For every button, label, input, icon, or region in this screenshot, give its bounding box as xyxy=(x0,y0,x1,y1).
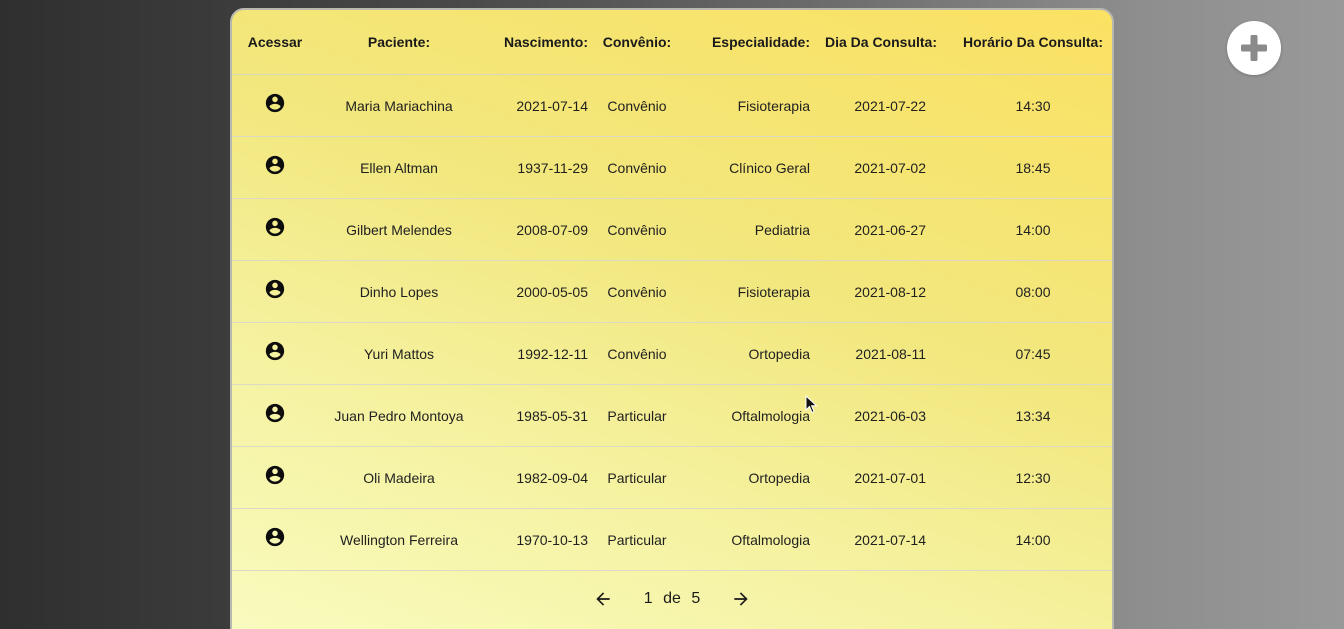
account-circle-icon[interactable] xyxy=(264,154,286,176)
current-page: 1 xyxy=(643,590,653,607)
patient-name: Wellington Ferreira xyxy=(318,508,480,571)
specialty: Clínico Geral xyxy=(684,136,812,199)
access-cell xyxy=(232,322,318,385)
table-row: Maria Mariachina 2021-07-14 Convênio Fisiot… xyxy=(232,74,1112,137)
pagination: 1 de 5 xyxy=(232,585,1112,613)
table-header-row: Acessar Paciente: Nascimento: Convênio: … xyxy=(232,10,1112,75)
appointments-card: Acessar Paciente: Nascimento: Convênio: … xyxy=(230,8,1114,629)
birth-date: 1937-11-29 xyxy=(480,136,590,199)
birth-date: 1985-05-31 xyxy=(480,384,590,447)
specialty: Oftalmologia xyxy=(684,384,812,447)
appointment-date: 2021-06-03 xyxy=(812,384,950,447)
table-row: Yuri Mattos 1992-12-11 Convênio Ortopedia 20… xyxy=(232,322,1112,385)
specialty: Ortopedia xyxy=(684,446,812,509)
appointment-time: 12:30 xyxy=(950,446,1112,509)
table-row: Gilbert Melendes 2008-07-09 Convênio Pediat… xyxy=(232,198,1112,261)
table-row: Wellington Ferreira 1970-10-13 Particular O… xyxy=(232,508,1112,571)
appointment-date: 2021-06-27 xyxy=(812,198,950,261)
appointment-time: 14:00 xyxy=(950,508,1112,571)
total-pages: 5 xyxy=(691,590,701,607)
access-cell xyxy=(232,260,318,323)
header-convenio: Convênio: xyxy=(590,10,684,75)
appointment-time: 14:00 xyxy=(950,198,1112,261)
specialty: Fisioterapia xyxy=(684,74,812,137)
insurance-type: Particular xyxy=(590,384,684,447)
appointments-table: Acessar Paciente: Nascimento: Convênio: … xyxy=(232,10,1112,571)
table-row: Dinho Lopes 2000-05-05 Convênio Fisioterapi… xyxy=(232,260,1112,323)
patient-name: Maria Mariachina xyxy=(318,74,480,137)
next-page-button[interactable] xyxy=(727,585,755,613)
account-circle-icon[interactable] xyxy=(264,278,286,300)
account-circle-icon[interactable] xyxy=(264,340,286,362)
appointment-date: 2021-08-12 xyxy=(812,260,950,323)
header-horario-consulta: Horário Da Consulta: xyxy=(950,10,1112,75)
insurance-type: Convênio xyxy=(590,260,684,323)
birth-date: 1992-12-11 xyxy=(480,322,590,385)
add-appointment-button[interactable] xyxy=(1227,21,1281,75)
specialty: Pediatria xyxy=(684,198,812,261)
access-cell xyxy=(232,198,318,261)
table-row: Juan Pedro Montoya 1985-05-31 Particular Of… xyxy=(232,384,1112,447)
account-circle-icon[interactable] xyxy=(264,92,286,114)
page-separator: de xyxy=(663,590,681,607)
access-cell xyxy=(232,74,318,137)
table-body: Maria Mariachina 2021-07-14 Convênio Fisiot… xyxy=(232,74,1112,571)
birth-date: 2021-07-14 xyxy=(480,74,590,137)
account-circle-icon[interactable] xyxy=(264,526,286,548)
appointment-time: 08:00 xyxy=(950,260,1112,323)
birth-date: 1982-09-04 xyxy=(480,446,590,509)
arrow-right-icon xyxy=(734,592,748,606)
insurance-type: Convênio xyxy=(590,198,684,261)
appointment-time: 14:30 xyxy=(950,74,1112,137)
appointment-date: 2021-07-02 xyxy=(812,136,950,199)
access-cell xyxy=(232,384,318,447)
specialty: Ortopedia xyxy=(684,322,812,385)
patient-name: Oli Madeira xyxy=(318,446,480,509)
birth-date: 1970-10-13 xyxy=(480,508,590,571)
patient-name: Dinho Lopes xyxy=(318,260,480,323)
header-acessar: Acessar xyxy=(232,10,318,75)
appointment-time: 07:45 xyxy=(950,322,1112,385)
table-row: Ellen Altman 1937-11-29 Convênio Clínico Ge… xyxy=(232,136,1112,199)
account-circle-icon[interactable] xyxy=(264,402,286,424)
mouse-cursor-icon xyxy=(805,395,818,414)
specialty: Fisioterapia xyxy=(684,260,812,323)
specialty: Oftalmologia xyxy=(684,508,812,571)
access-cell xyxy=(232,136,318,199)
birth-date: 2000-05-05 xyxy=(480,260,590,323)
plus-icon xyxy=(1241,35,1267,61)
header-paciente: Paciente: xyxy=(318,10,480,75)
page-indicator: 1 de 5 xyxy=(641,590,704,608)
arrow-left-icon xyxy=(596,592,610,606)
appointment-date: 2021-07-22 xyxy=(812,74,950,137)
header-dia-consulta: Dia Da Consulta: xyxy=(812,10,950,75)
access-cell xyxy=(232,446,318,509)
access-cell xyxy=(232,508,318,571)
header-nascimento: Nascimento: xyxy=(480,10,590,75)
appointment-date: 2021-07-01 xyxy=(812,446,950,509)
patient-name: Juan Pedro Montoya xyxy=(318,384,480,447)
appointment-date: 2021-07-14 xyxy=(812,508,950,571)
insurance-type: Particular xyxy=(590,446,684,509)
insurance-type: Convênio xyxy=(590,74,684,137)
patient-name: Ellen Altman xyxy=(318,136,480,199)
table-row: Oli Madeira 1982-09-04 Particular Ortopedia… xyxy=(232,446,1112,509)
insurance-type: Convênio xyxy=(590,136,684,199)
appointment-time: 18:45 xyxy=(950,136,1112,199)
birth-date: 2008-07-09 xyxy=(480,198,590,261)
account-circle-icon[interactable] xyxy=(264,464,286,486)
patient-name: Yuri Mattos xyxy=(318,322,480,385)
prev-page-button[interactable] xyxy=(589,585,617,613)
appointment-time: 13:34 xyxy=(950,384,1112,447)
appointment-date: 2021-08-11 xyxy=(812,322,950,385)
insurance-type: Convênio xyxy=(590,322,684,385)
insurance-type: Particular xyxy=(590,508,684,571)
account-circle-icon[interactable] xyxy=(264,216,286,238)
header-especialidade: Especialidade: xyxy=(684,10,812,75)
patient-name: Gilbert Melendes xyxy=(318,198,480,261)
